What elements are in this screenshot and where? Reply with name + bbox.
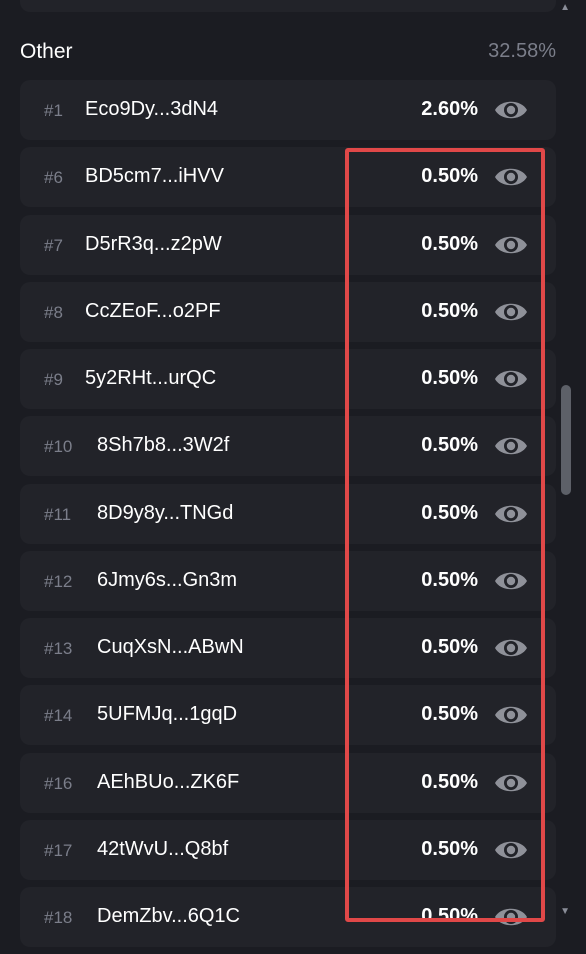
holder-rank: #17 [44, 840, 73, 860]
section-percent: 32.58% [488, 40, 556, 62]
holder-address[interactable]: DemZbv...6Q1C [97, 905, 240, 928]
eye-icon[interactable] [494, 432, 528, 460]
eye-icon[interactable] [494, 701, 528, 729]
scroll-up-icon[interactable]: ▲ [560, 2, 570, 13]
holder-rank: #8 [44, 302, 63, 322]
holder-rank: #10 [44, 437, 73, 457]
list-item[interactable]: #1 Eco9Dy...3dN4 2.60% [20, 80, 556, 140]
holder-address[interactable]: CuqXsN...ABwN [97, 636, 244, 659]
holder-list: #1 Eco9Dy...3dN4 2.60% #6 BD5cm7...iHVV 0.50%… [20, 80, 556, 954]
list-item[interactable]: #13 CuqXsN...ABwN 0.50% [20, 618, 556, 678]
eye-icon[interactable] [494, 500, 528, 528]
list-item[interactable]: #7 D5rR3q...z2pW 0.50% [20, 214, 556, 275]
list-item[interactable]: #12 6Jmy6s...Gn3m 0.50% [20, 550, 556, 611]
holder-rank: #9 [44, 370, 63, 389]
holder-percent: 0.50% [421, 837, 478, 860]
holder-rank: #12 [44, 571, 73, 591]
list-item[interactable]: #11 8D9y8y...TNGd 0.50% [20, 483, 556, 544]
holder-percent: 0.50% [421, 703, 478, 726]
scroll-down-icon[interactable]: ▼ [560, 906, 570, 917]
holder-percent: 0.50% [421, 232, 478, 255]
holder-rank: #6 [44, 168, 63, 188]
holder-address[interactable]: 42tWvU...Q8bf [97, 838, 228, 861]
list-item[interactable]: #9 5y2RHt...urQC 0.50% [20, 349, 556, 409]
holder-address[interactable]: 8Sh7b8...3W2f [97, 434, 229, 457]
holder-rank: #13 [44, 639, 73, 658]
holder-address[interactable]: 6Jmy6s...Gn3m [97, 569, 237, 592]
holder-percent: 0.50% [421, 905, 478, 927]
eye-icon[interactable] [494, 163, 528, 191]
holder-percent: 0.50% [421, 434, 478, 457]
holder-rank: #14 [44, 706, 73, 726]
holder-percent: 0.50% [421, 165, 478, 188]
holder-address[interactable]: AEhBUo...ZK6F [97, 771, 239, 794]
holder-address[interactable]: 5UFMJq...1gqD [97, 703, 237, 726]
holder-address[interactable]: CcZEoF...o2PF [85, 300, 221, 323]
holder-percent: 0.50% [421, 568, 478, 591]
holder-percent: 0.50% [421, 770, 478, 793]
holder-address[interactable]: D5rR3q...z2pW [85, 233, 222, 256]
list-item[interactable]: #6 BD5cm7...iHVV 0.50% [20, 147, 556, 208]
section-title: Other [20, 40, 73, 63]
holder-percent: 0.50% [421, 367, 478, 389]
eye-icon[interactable] [494, 836, 528, 864]
eye-icon[interactable] [494, 567, 528, 595]
eye-icon[interactable] [494, 96, 528, 124]
list-item[interactable]: #8 CcZEoF...o2PF 0.50% [20, 281, 556, 342]
previous-row-card [20, 0, 556, 12]
holder-rank: #16 [44, 773, 73, 793]
holder-address[interactable]: BD5cm7...iHVV [85, 165, 224, 188]
holder-rank: #11 [44, 504, 72, 524]
eye-icon[interactable] [494, 365, 528, 393]
holder-rank: #18 [44, 908, 73, 927]
holder-percent: 2.60% [421, 98, 478, 120]
list-item[interactable]: #14 5UFMJq...1gqD 0.50% [20, 685, 556, 746]
list-item[interactable]: #10 8Sh7b8...3W2f 0.50% [20, 416, 556, 477]
section-header: Other 32.58% [20, 36, 556, 68]
list-item[interactable]: #18 DemZbv...6Q1C 0.50% [20, 887, 556, 947]
holder-address[interactable]: 5y2RHt...urQC [85, 367, 216, 390]
holder-address[interactable]: Eco9Dy...3dN4 [85, 98, 218, 121]
holder-percent: 0.50% [421, 501, 478, 524]
holder-address[interactable]: 8D9y8y...TNGd [97, 502, 233, 525]
holder-percent: 0.50% [421, 299, 478, 322]
holder-rank: #7 [44, 235, 63, 255]
eye-icon[interactable] [494, 298, 528, 326]
scrollbar-thumb[interactable] [561, 385, 571, 495]
eye-icon[interactable] [494, 231, 528, 259]
list-item[interactable]: #17 42tWvU...Q8bf 0.50% [20, 819, 556, 880]
eye-icon[interactable] [494, 634, 528, 662]
list-item[interactable]: #16 AEhBUo...ZK6F 0.50% [20, 752, 556, 813]
holder-rank: #1 [44, 101, 63, 120]
eye-icon[interactable] [494, 903, 528, 931]
eye-icon[interactable] [494, 769, 528, 797]
holder-percent: 0.50% [421, 636, 478, 658]
